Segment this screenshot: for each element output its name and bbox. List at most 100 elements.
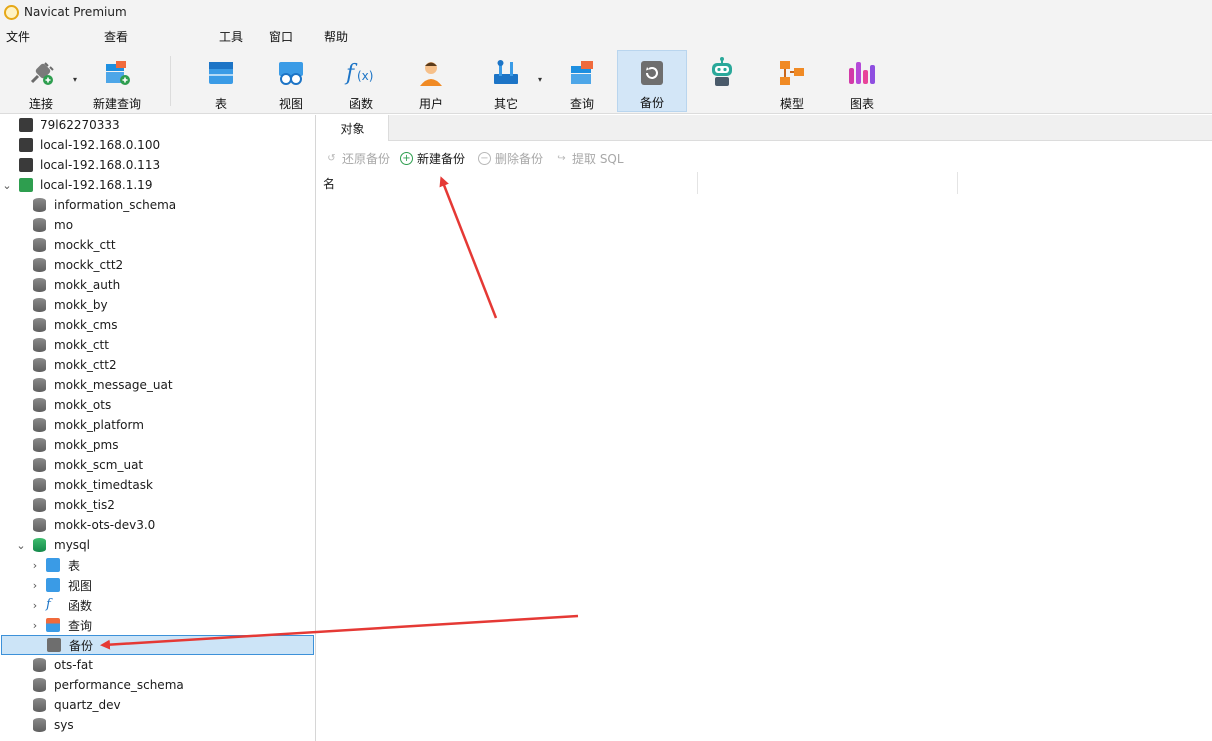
chart-button[interactable]: 图表	[827, 50, 897, 112]
connection-item[interactable]: ⌄ local-192.168.1.19	[0, 175, 315, 195]
database-icon	[33, 478, 46, 492]
connection-item[interactable]: local-192.168.0.100	[0, 135, 315, 155]
tree-node-functions[interactable]: › f 函数	[0, 595, 315, 615]
connection-item[interactable]: local-192.168.0.113	[0, 155, 315, 175]
navicat-logo-icon	[4, 4, 19, 20]
connection-item[interactable]: 79l62270333	[0, 115, 315, 135]
database-icon	[33, 358, 46, 372]
new-backup-button[interactable]: + 新建备份	[400, 150, 465, 167]
database-icon	[33, 278, 46, 292]
model-button[interactable]: 模型	[757, 50, 827, 112]
new-backup-label: 新建备份	[417, 152, 466, 166]
tree-node-backups[interactable]: 备份	[1, 635, 314, 655]
tree-node-queries[interactable]: › 查询	[0, 615, 315, 635]
toolbar-separator	[170, 56, 171, 106]
column-header[interactable]	[698, 172, 958, 194]
column-header-name[interactable]: 名	[317, 172, 698, 194]
automation-button[interactable]	[687, 50, 757, 112]
database-item-mysql[interactable]: ⌄ mysql	[0, 535, 315, 555]
database-icon	[33, 238, 46, 252]
tab-objects[interactable]: 对象	[317, 115, 389, 141]
database-item[interactable]: mockk_ctt2	[0, 255, 315, 275]
database-icon	[33, 378, 46, 392]
connection-tree[interactable]: 79l62270333 local-192.168.0.100 local-19…	[0, 115, 316, 741]
connect-button[interactable]: 连接	[6, 50, 76, 112]
connection-icon	[19, 138, 33, 152]
database-label: information_schema	[54, 198, 177, 212]
chevron-down-icon[interactable]: ⌄	[16, 539, 26, 552]
delete-backup-button[interactable]: − 删除备份	[478, 150, 543, 167]
chevron-right-icon[interactable]: ›	[30, 619, 40, 632]
database-item[interactable]: mokk_scm_uat	[0, 455, 315, 475]
function-button[interactable]: f (x) 函数	[326, 50, 396, 112]
database-label: mo	[54, 218, 74, 232]
database-item[interactable]: mokk_timedtask	[0, 475, 315, 495]
other-dropdown-icon[interactable]: ▾	[538, 75, 542, 84]
chevron-down-icon[interactable]: ⌄	[2, 179, 12, 192]
view-button[interactable]: 视图	[256, 50, 326, 112]
menu-tools[interactable]: 工具	[219, 28, 243, 45]
database-item[interactable]: quartz_dev	[0, 695, 315, 715]
database-item[interactable]: information_schema	[0, 195, 315, 215]
svg-text:(x): (x)	[357, 69, 373, 83]
other-button[interactable]: 其它	[471, 50, 541, 112]
database-icon	[33, 298, 46, 312]
database-item[interactable]: mokk_platform	[0, 415, 315, 435]
database-item[interactable]: mokk_ots	[0, 395, 315, 415]
database-item[interactable]: mokk-ots-dev3.0	[0, 515, 315, 535]
database-item[interactable]: ots-fat	[0, 655, 315, 675]
chevron-right-icon[interactable]: ›	[30, 579, 40, 592]
user-button[interactable]: 用户	[396, 50, 466, 112]
tree-node-tables[interactable]: › 表	[0, 555, 315, 575]
tree-node-views[interactable]: › 视图	[0, 575, 315, 595]
database-item[interactable]: mokk_cms	[0, 315, 315, 335]
plug-icon	[24, 56, 58, 90]
extract-sql-label: 提取 SQL	[572, 152, 624, 166]
database-icon	[33, 458, 46, 472]
plus-circle-icon: +	[400, 152, 413, 165]
connection-icon	[19, 158, 33, 172]
query-button[interactable]: 查询	[547, 50, 617, 112]
chevron-right-icon[interactable]: ›	[30, 559, 40, 572]
object-toolbar: ↺ 还原备份 + 新建备份 − 删除备份 ↪ 提取 SQL	[317, 146, 1212, 172]
menu-file[interactable]: 文件	[6, 28, 30, 45]
menu-help[interactable]: 帮助	[324, 28, 348, 45]
table-button[interactable]: 表	[186, 50, 256, 112]
chevron-right-icon[interactable]: ›	[30, 599, 40, 612]
database-item[interactable]: mokk_ctt2	[0, 355, 315, 375]
user-label: 用户	[418, 97, 443, 111]
menu-window[interactable]: 窗口	[269, 28, 293, 45]
database-icon	[33, 218, 46, 232]
connection-label: local-192.168.0.100	[40, 138, 161, 152]
connect-dropdown-icon[interactable]: ▾	[73, 75, 77, 84]
database-icon	[33, 398, 46, 412]
robot-icon	[705, 56, 739, 90]
backup-button[interactable]: 备份	[617, 50, 687, 112]
restore-backup-button[interactable]: ↺ 还原备份	[325, 150, 390, 167]
database-item[interactable]: mokk_ctt	[0, 335, 315, 355]
connection-icon	[19, 118, 33, 132]
window-title: Navicat Premium	[24, 5, 127, 19]
database-icon	[33, 318, 46, 332]
database-item[interactable]: sys	[0, 715, 315, 735]
database-item[interactable]: mo	[0, 215, 315, 235]
database-item[interactable]: mokk_by	[0, 295, 315, 315]
extract-sql-button[interactable]: ↪ 提取 SQL	[555, 150, 624, 167]
database-item[interactable]: mokk_message_uat	[0, 375, 315, 395]
database-icon	[33, 258, 46, 272]
database-item[interactable]: mokk_pms	[0, 435, 315, 455]
svg-text:f: f	[344, 61, 358, 86]
database-item[interactable]: mockk_ctt	[0, 235, 315, 255]
delete-backup-label: 删除备份	[495, 152, 544, 166]
database-icon	[33, 518, 46, 532]
database-label: mockk_ctt	[54, 238, 116, 252]
database-item[interactable]: mokk_tis2	[0, 495, 315, 515]
database-item[interactable]: performance_schema	[0, 675, 315, 695]
database-icon	[33, 338, 46, 352]
tree-node-label: 表	[68, 558, 81, 573]
minus-circle-icon: −	[478, 152, 491, 165]
menu-view[interactable]: 查看	[104, 28, 128, 45]
database-item[interactable]: mokk_auth	[0, 275, 315, 295]
new-query-button[interactable]: 新建查询	[82, 50, 152, 112]
view-label: 视图	[278, 97, 303, 111]
